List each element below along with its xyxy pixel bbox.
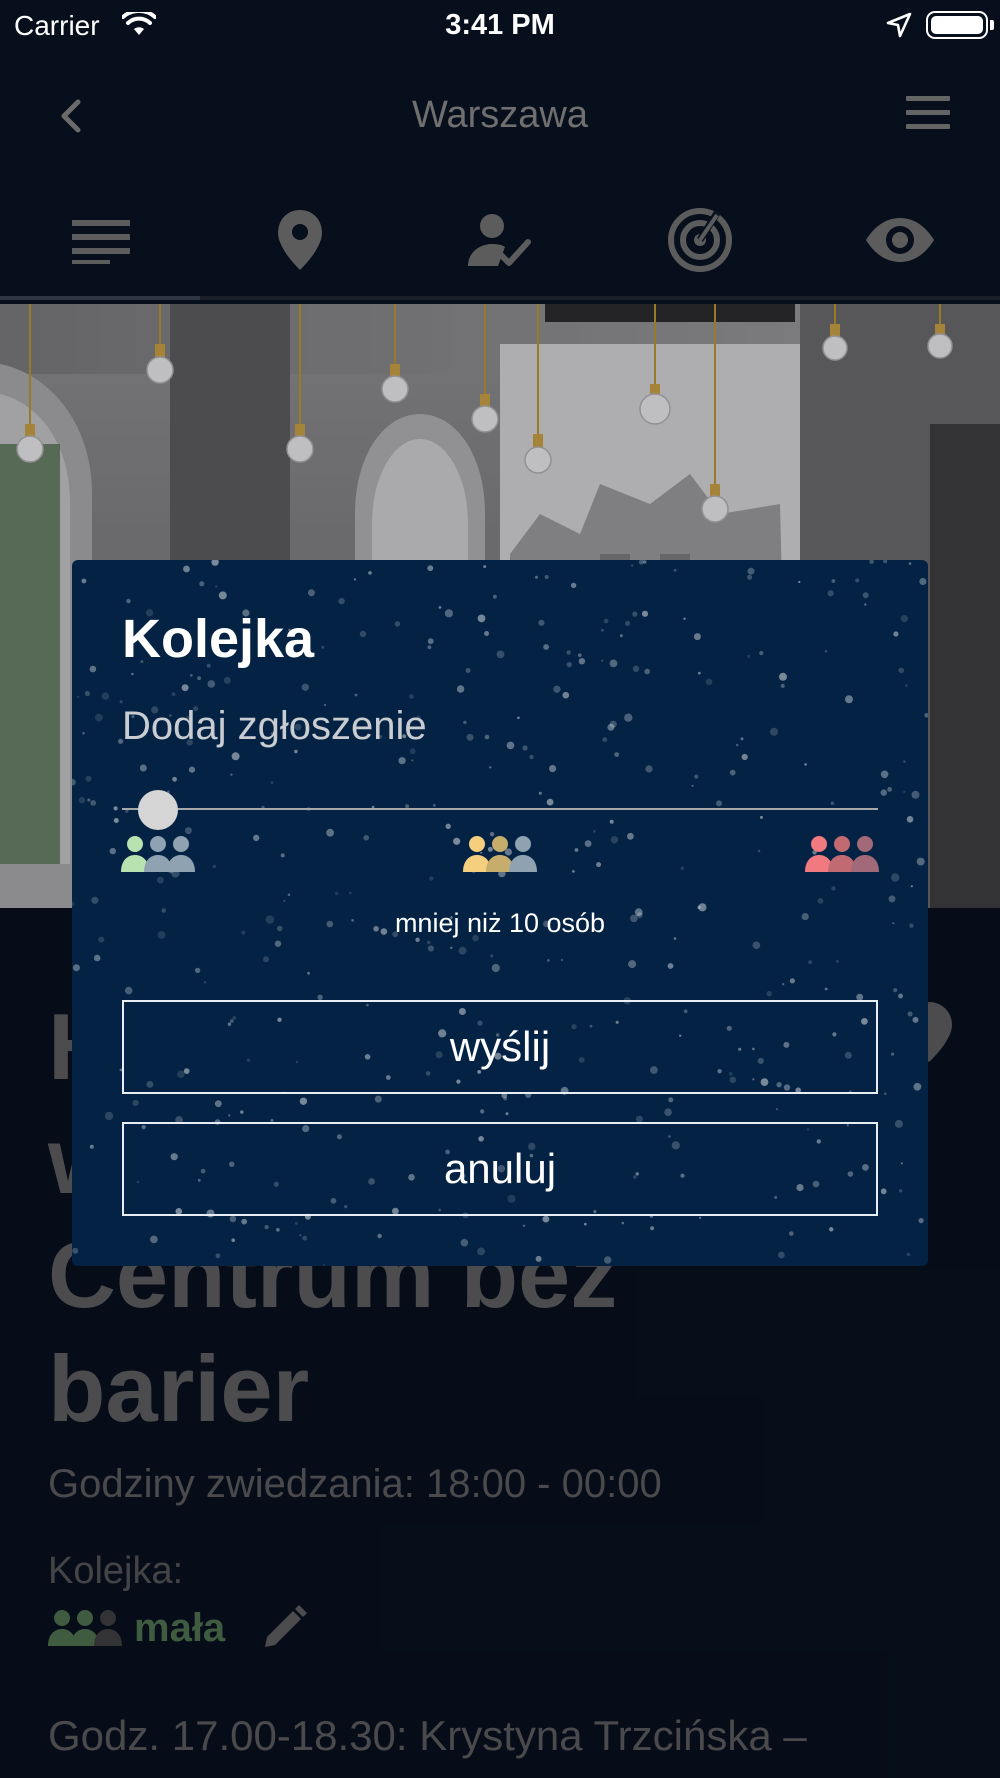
queue-dialog: Kolejka Dodaj zgłoszenie mniej niż 10 os… — [72, 560, 928, 1266]
send-button[interactable]: wyślij — [122, 1000, 878, 1094]
status-time: 3:41 PM — [445, 9, 555, 41]
radar-icon — [668, 208, 732, 272]
people-large-icon — [805, 836, 879, 872]
tab-check-in[interactable] — [400, 180, 600, 300]
location-arrow-icon — [886, 12, 912, 38]
map-pin-icon — [278, 210, 322, 270]
tab-info[interactable] — [0, 180, 200, 300]
tab-seen[interactable] — [800, 180, 1000, 300]
status-bar: Carrier 3:41 PM — [0, 0, 1000, 50]
nav-bar: Warszawa — [0, 52, 1000, 180]
people-small-icon — [121, 836, 195, 872]
people-medium-icon — [463, 836, 537, 872]
tab-bar — [0, 180, 1000, 300]
battery-cap — [990, 20, 994, 30]
battery-icon — [926, 11, 988, 39]
person-check-icon — [468, 214, 531, 266]
tab-nearby[interactable] — [600, 180, 800, 300]
cancel-button[interactable]: anuluj — [122, 1122, 878, 1216]
queue-level-caption: mniej niż 10 osób — [394, 908, 606, 938]
queue-slider-track[interactable] — [122, 808, 878, 810]
eye-icon — [866, 218, 934, 262]
hamburger-menu-icon[interactable] — [898, 96, 958, 136]
list-icon — [72, 220, 130, 264]
tab-map[interactable] — [200, 180, 400, 300]
screen: Carrier 3:41 PM Warszawa Centrum bez bar… — [0, 0, 1000, 1778]
queue-slider-thumb[interactable] — [138, 790, 178, 830]
active-tab-indicator — [0, 296, 200, 300]
nav-title: Warszawa — [412, 94, 588, 136]
dialog-subtitle: Dodaj zgłoszenie — [122, 704, 427, 748]
dialog-title: Kolejka — [122, 609, 315, 669]
